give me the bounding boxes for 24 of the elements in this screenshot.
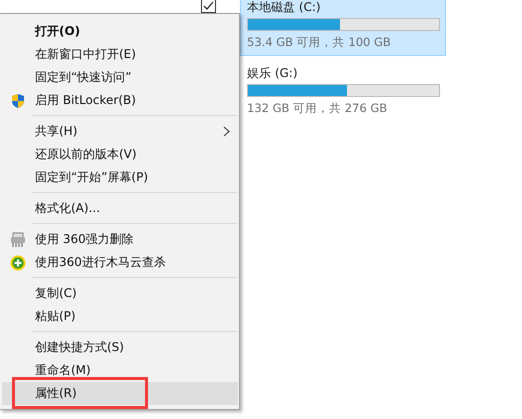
shredder-icon bbox=[10, 232, 26, 248]
menu-item[interactable]: 固定到“快速访问” bbox=[2, 66, 238, 89]
menu-item[interactable]: 打开(O) bbox=[2, 20, 238, 43]
plus-icon bbox=[10, 255, 26, 271]
menu-item[interactable]: 重命名(M) bbox=[2, 359, 238, 382]
drive-name: 本地磁盘 (C:) bbox=[247, 0, 322, 15]
menu-item[interactable]: 固定到“开始”屏幕(P) bbox=[2, 166, 238, 189]
menu-item[interactable]: 共享(H) bbox=[2, 120, 238, 143]
drive-name: 娱乐 (G:) bbox=[247, 66, 299, 81]
menu-item[interactable]: 创建快捷方式(S) bbox=[2, 336, 238, 359]
menu-item[interactable]: 使用360进行木马云查杀 bbox=[2, 251, 238, 274]
drive-space: 53.4 GB 可用，共 100 GB bbox=[247, 35, 392, 50]
checkbox[interactable] bbox=[201, 0, 216, 13]
drive-tile[interactable]: 娱乐 (G:) 132 GB 可用，共 276 GB bbox=[240, 66, 446, 122]
drive-space: 132 GB 可用，共 276 GB bbox=[247, 101, 388, 116]
menu-item[interactable]: 属性(R) bbox=[2, 382, 238, 405]
menu-item[interactable]: 格式化(A)... bbox=[2, 197, 238, 220]
menu-item[interactable]: 复制(C) bbox=[2, 282, 238, 305]
menu-item[interactable]: 使用 360强力删除 bbox=[2, 228, 238, 251]
shield-icon bbox=[10, 93, 26, 109]
menu-item[interactable]: 在新窗口中打开(E) bbox=[2, 43, 238, 66]
menu-item[interactable]: 粘贴(P) bbox=[2, 305, 238, 328]
menu-item[interactable]: 还原以前的版本(V) bbox=[2, 143, 238, 166]
menu-item[interactable]: 启用 BitLocker(B) bbox=[2, 89, 238, 112]
